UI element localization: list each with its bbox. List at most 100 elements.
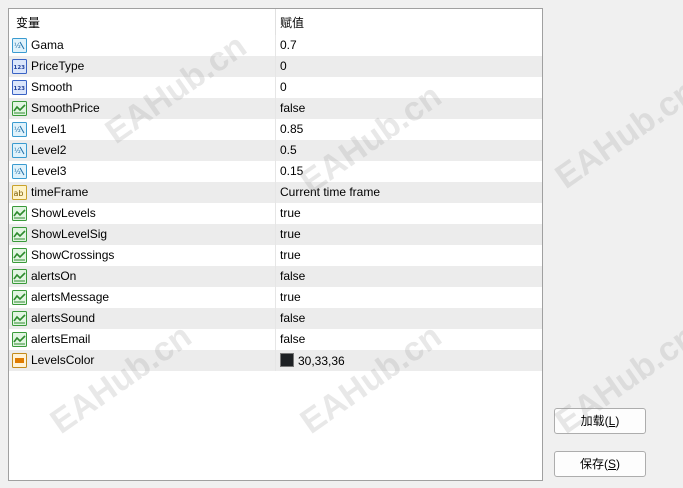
parameter-name: Level1 — [31, 122, 67, 136]
parameter-value-text: 0.5 — [280, 143, 297, 157]
column-divider — [275, 245, 276, 266]
column-divider — [275, 224, 276, 245]
parameter-value-text: true — [280, 248, 301, 262]
boolean-value-icon — [12, 290, 27, 305]
column-divider — [275, 98, 276, 119]
svg-text:½: ½ — [14, 42, 21, 50]
parameter-value[interactable]: 0.85 — [280, 122, 303, 136]
svg-text:123: 123 — [14, 86, 26, 92]
grid-header: 变量 赋值 — [9, 9, 542, 35]
column-divider — [275, 35, 276, 56]
parameter-row[interactable]: SmoothPrice false — [9, 98, 542, 119]
parameter-name: PriceType — [31, 59, 85, 73]
parameter-name: ShowCrossings — [31, 248, 115, 262]
parameter-value[interactable]: true — [280, 206, 301, 220]
parameter-value-text: false — [280, 332, 306, 346]
parameter-value-text: 0.85 — [280, 122, 304, 136]
integer-value-icon: 123 — [12, 80, 27, 95]
column-divider — [275, 119, 276, 140]
parameter-name: Level3 — [31, 164, 67, 178]
header-divider[interactable] — [275, 9, 276, 35]
column-divider — [275, 140, 276, 161]
parameter-row[interactable]: 123 Smooth 0 — [9, 77, 542, 98]
parameter-row[interactable]: 123 PriceType 0 — [9, 56, 542, 77]
parameter-name: SmoothPrice — [31, 101, 100, 115]
parameter-row[interactable]: alertsSound false — [9, 308, 542, 329]
column-divider — [275, 266, 276, 287]
svg-text:½: ½ — [14, 147, 21, 155]
parameter-name: alertsMessage — [31, 290, 110, 304]
double-value-icon: ½ — [12, 38, 27, 53]
parameter-name: timeFrame — [31, 185, 89, 199]
parameter-value-text: 30,33,36 — [298, 354, 345, 368]
parameter-row[interactable]: alertsOn false — [9, 266, 542, 287]
parameter-value-text: false — [280, 311, 306, 325]
parameter-value-text: 0.7 — [280, 38, 297, 52]
load-button[interactable]: 加载(L) — [554, 408, 646, 434]
watermark: EAHub.cn — [548, 71, 683, 197]
parameter-value[interactable]: 30,33,36 — [280, 353, 345, 368]
parameter-value[interactable]: 0 — [280, 59, 287, 73]
boolean-value-icon — [12, 248, 27, 263]
svg-text:ab: ab — [14, 189, 24, 198]
parameter-row[interactable]: ½ Level2 0.5 — [9, 140, 542, 161]
integer-value-icon: 123 — [12, 59, 27, 74]
column-divider — [275, 350, 276, 371]
parameter-value-text: 0 — [280, 59, 287, 73]
boolean-value-icon — [12, 227, 27, 242]
parameter-value[interactable]: Current time frame — [280, 185, 380, 199]
parameter-value[interactable]: 0.7 — [280, 38, 297, 52]
enum-value-icon: ab — [12, 185, 27, 200]
parameter-name: Level2 — [31, 143, 67, 157]
parameter-value-text: true — [280, 227, 301, 241]
svg-text:123: 123 — [14, 65, 26, 71]
parameter-value[interactable]: 0.15 — [280, 164, 303, 178]
parameter-name: Gama — [31, 38, 64, 52]
parameter-value[interactable]: false — [280, 332, 305, 346]
svg-text:½: ½ — [14, 168, 21, 176]
parameter-value[interactable]: false — [280, 311, 305, 325]
parameter-value-text: 0.15 — [280, 164, 304, 178]
parameter-value-text: true — [280, 206, 301, 220]
column-divider — [275, 161, 276, 182]
column-divider — [275, 308, 276, 329]
boolean-value-icon — [12, 101, 27, 116]
parameter-name: Smooth — [31, 80, 73, 94]
parameter-value[interactable]: true — [280, 290, 301, 304]
parameter-name: alertsEmail — [31, 332, 91, 346]
parameter-row[interactable]: ShowLevelSig true — [9, 224, 542, 245]
color-swatch[interactable] — [280, 353, 294, 367]
boolean-value-icon — [12, 206, 27, 221]
double-value-icon: ½ — [12, 143, 27, 158]
column-divider — [275, 329, 276, 350]
parameter-value[interactable]: false — [280, 269, 305, 283]
double-value-icon: ½ — [12, 164, 27, 179]
parameter-name: alertsOn — [31, 269, 77, 283]
boolean-value-icon — [12, 332, 27, 347]
parameter-row[interactable]: alertsEmail false — [9, 329, 542, 350]
parameter-value[interactable]: true — [280, 227, 301, 241]
parameter-rows: ½ Gama 0.7 123 PriceType 0 123 Smooth 0 SmoothPri… — [9, 35, 542, 371]
double-value-icon: ½ — [12, 122, 27, 137]
svg-text:½: ½ — [14, 126, 21, 134]
parameter-row[interactable]: ½ Level1 0.85 — [9, 119, 542, 140]
parameter-value-text: false — [280, 101, 306, 115]
parameter-row[interactable]: ShowCrossings true — [9, 245, 542, 266]
parameter-row[interactable]: LevelsColor 30,33,36 — [9, 350, 542, 371]
parameter-value[interactable]: 0.5 — [280, 143, 297, 157]
parameter-row[interactable]: ½ Level3 0.15 — [9, 161, 542, 182]
header-value[interactable]: 赋值 — [280, 14, 304, 31]
parameter-row[interactable]: ½ Gama 0.7 — [9, 35, 542, 56]
column-divider — [275, 203, 276, 224]
parameter-row[interactable]: alertsMessage true — [9, 287, 542, 308]
parameter-row[interactable]: ShowLevels true — [9, 203, 542, 224]
header-variable[interactable]: 变量 — [16, 14, 40, 31]
save-button[interactable]: 保存(S) — [554, 451, 646, 477]
parameter-name: ShowLevels — [31, 206, 96, 220]
column-divider — [275, 182, 276, 203]
parameter-name: LevelsColor — [31, 353, 95, 367]
parameter-value[interactable]: 0 — [280, 80, 287, 94]
parameter-value[interactable]: false — [280, 101, 305, 115]
parameter-row[interactable]: ab timeFrame Current time frame — [9, 182, 542, 203]
parameter-value[interactable]: true — [280, 248, 301, 262]
